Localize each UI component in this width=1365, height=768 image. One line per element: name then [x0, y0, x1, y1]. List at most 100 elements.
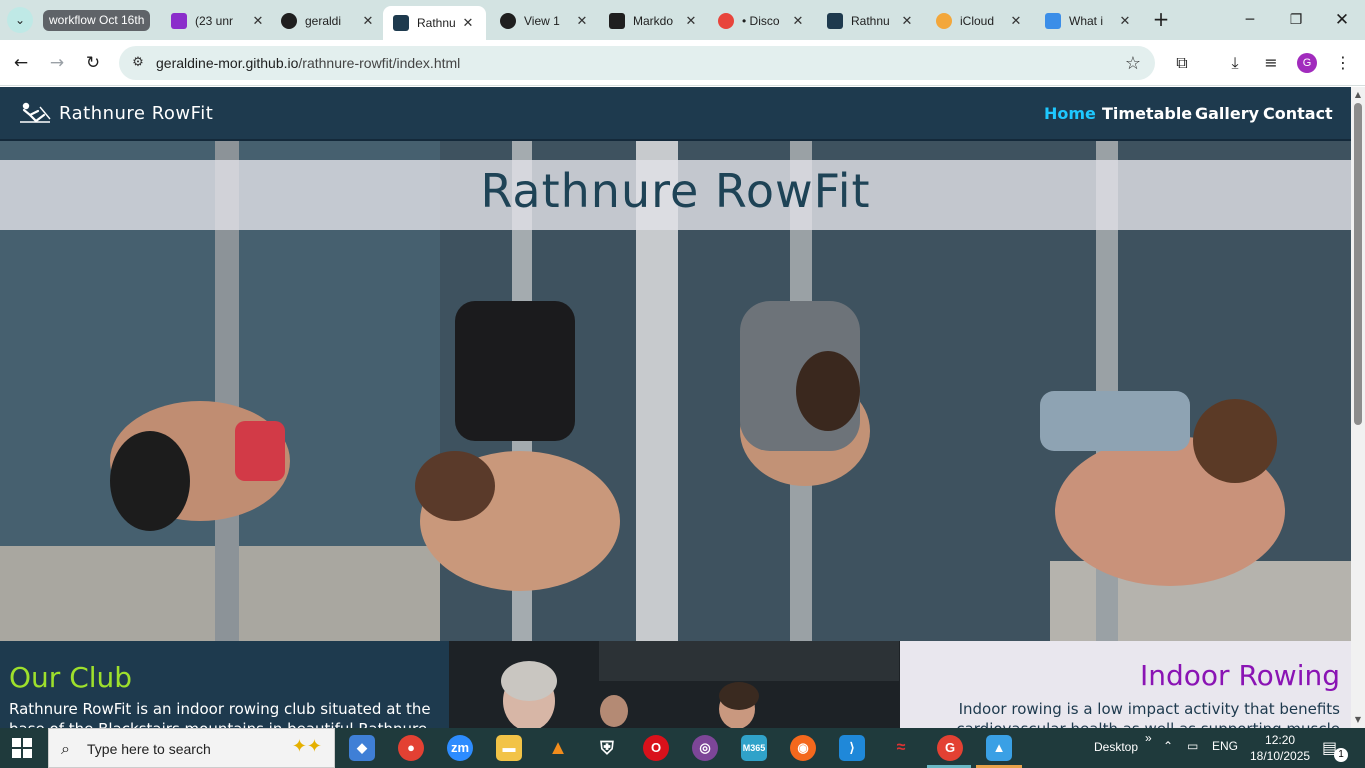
- file-explorer-icon[interactable]: ▬: [496, 735, 522, 761]
- m365-icon[interactable]: M365: [741, 735, 767, 761]
- browser-tab[interactable]: View 1 ✕: [500, 8, 590, 34]
- app-red-icon[interactable]: ≈: [888, 735, 914, 761]
- close-tab-icon[interactable]: ✕: [250, 13, 266, 29]
- tray-chevron-icon[interactable]: ⌃: [1163, 739, 1173, 753]
- language-indicator[interactable]: ENG: [1212, 739, 1238, 753]
- hero-title-band: Rathnure RowFit: [0, 160, 1351, 230]
- url-text[interactable]: geraldine-mor.github.io/rathnure-rowfit/…: [156, 55, 460, 71]
- reload-icon[interactable]: ↻: [82, 52, 104, 74]
- close-tab-icon[interactable]: ✕: [1008, 13, 1024, 29]
- our-club-section: Our Club Rathnure RowFit is an indoor ro…: [0, 641, 449, 728]
- search-icon: ⌕: [61, 739, 70, 758]
- club-photo-image: [449, 641, 900, 728]
- tab-group-chip[interactable]: workflow Oct 16th: [43, 10, 151, 31]
- copilot-icon: [1045, 13, 1061, 29]
- close-tab-icon[interactable]: ✕: [460, 15, 476, 31]
- github-icon: [281, 13, 297, 29]
- restore-icon[interactable]: ❐: [1284, 8, 1308, 32]
- close-tab-icon[interactable]: ✕: [683, 13, 699, 29]
- vscode-icon[interactable]: ⟩: [839, 735, 865, 761]
- browser-tab[interactable]: iCloud ✕: [936, 8, 1024, 34]
- nav-link-timetable[interactable]: Timetable: [1102, 104, 1192, 123]
- nav-link-contact[interactable]: Contact: [1263, 104, 1333, 123]
- rower-icon: [827, 13, 843, 29]
- tor-icon[interactable]: ◎: [692, 735, 718, 761]
- network-icon[interactable]: ▭: [1187, 739, 1198, 753]
- extensions-icon[interactable]: ⧉: [1171, 52, 1193, 74]
- chrome-icon[interactable]: ●: [398, 735, 424, 761]
- opera-icon[interactable]: O: [643, 735, 669, 761]
- bookmark-star-icon[interactable]: ☆: [1125, 53, 1141, 74]
- windows-start-icon[interactable]: [12, 738, 32, 758]
- rower-logo-icon[interactable]: [18, 101, 52, 125]
- close-tab-icon[interactable]: ✕: [574, 13, 590, 29]
- taskbar-clock[interactable]: 12:20 18/10/2025: [1250, 732, 1310, 764]
- new-tab-icon[interactable]: +: [1150, 8, 1172, 30]
- downloads-icon[interactable]: ⤓: [1224, 52, 1246, 74]
- nav-link-home[interactable]: Home: [1044, 104, 1096, 123]
- forward-arrow-icon[interactable]: →: [46, 52, 68, 74]
- browser-tab[interactable]: (23 unr ✕: [171, 8, 266, 34]
- close-tab-icon[interactable]: ✕: [899, 13, 915, 29]
- desktop-toolbar-label[interactable]: Desktop: [1094, 740, 1138, 754]
- search-highlight-icon: ✦✦: [291, 736, 322, 757]
- notification-badge: 1: [1334, 748, 1348, 762]
- rowing-text: Indoor rowing is a low impact activity t…: [956, 700, 1340, 728]
- browser-tab[interactable]: Rathnu ✕: [827, 8, 915, 34]
- chrome-profile-icon[interactable]: G: [937, 735, 963, 761]
- url-path: /rathnure-rowfit/index.html: [298, 55, 461, 71]
- browser-toolbar: ← → ↻ ⚙ geraldine-mor.github.io/rathnure…: [0, 40, 1365, 86]
- vlc-icon[interactable]: ▲: [545, 735, 571, 761]
- close-window-icon[interactable]: ✕: [1330, 8, 1354, 32]
- minimize-icon[interactable]: ─: [1238, 8, 1262, 32]
- scroll-down-icon[interactable]: ▼: [1353, 715, 1363, 724]
- close-tab-icon[interactable]: ✕: [360, 13, 376, 29]
- hero-title: Rathnure RowFit: [480, 164, 871, 218]
- url-host: geraldine-mor.github.io: [156, 55, 299, 71]
- back-arrow-icon[interactable]: ←: [10, 52, 32, 74]
- clock-time: 12:20: [1265, 733, 1296, 747]
- tab-search-chevron-icon[interactable]: ⌄: [7, 7, 33, 33]
- club-photo: [449, 641, 900, 728]
- taskbar-search[interactable]: ⌕ Type here to search ✦✦: [48, 728, 335, 768]
- club-text: Rathnure RowFit is an indoor rowing club…: [9, 700, 431, 728]
- rowing-heading: Indoor Rowing: [1140, 659, 1340, 692]
- page-viewport: Rathnure RowFit Home Timetable Gallery C…: [0, 87, 1351, 728]
- firefox-icon[interactable]: ◉: [790, 735, 816, 761]
- page-scrollbar[interactable]: ▲ ▼: [1351, 87, 1365, 728]
- scroll-thumb[interactable]: [1354, 103, 1362, 425]
- close-tab-icon[interactable]: ✕: [790, 13, 806, 29]
- hero-section: Rathnure RowFit: [0, 141, 1351, 641]
- toolbar-expand-icon[interactable]: »: [1145, 731, 1152, 745]
- github-icon: [500, 13, 516, 29]
- close-tab-icon[interactable]: ✕: [1117, 13, 1133, 29]
- scroll-up-icon[interactable]: ▲: [1353, 90, 1363, 99]
- indoor-rowing-section: Indoor Rowing Indoor rowing is a low imp…: [900, 641, 1351, 728]
- address-bar[interactable]: ⚙ geraldine-mor.github.io/rathnure-rowfi…: [119, 46, 1155, 80]
- media-controls-icon[interactable]: ≡: [1260, 52, 1282, 74]
- site-navbar: Rathnure RowFit Home Timetable Gallery C…: [0, 87, 1351, 141]
- browser-tab-active[interactable]: Rathnu ✕: [383, 6, 486, 40]
- taskbar-search-placeholder: Type here to search: [87, 741, 211, 757]
- discord-icon: [718, 13, 734, 29]
- zoom-icon[interactable]: zm: [447, 735, 473, 761]
- windows-taskbar: ⌕ Type here to search ✦✦ ◆ ● zm ▬ ▲ ⛨ O …: [0, 728, 1365, 768]
- kebab-menu-icon[interactable]: ⋮: [1332, 52, 1354, 74]
- photos-icon: [936, 13, 952, 29]
- nav-link-gallery[interactable]: Gallery: [1195, 104, 1259, 123]
- mail-icon: [171, 13, 187, 29]
- copilot-icon[interactable]: ◆: [349, 735, 375, 761]
- profile-avatar[interactable]: G: [1297, 53, 1317, 73]
- rower-icon: [393, 15, 409, 31]
- photos-app-icon[interactable]: ▲: [986, 735, 1012, 761]
- browser-tab[interactable]: What i ✕: [1045, 8, 1133, 34]
- browser-tab[interactable]: geraldi ✕: [281, 8, 376, 34]
- site-info-icon[interactable]: ⚙: [129, 54, 147, 72]
- clock-date: 18/10/2025: [1250, 749, 1311, 763]
- security-shield-icon[interactable]: ⛨: [594, 735, 620, 761]
- browser-tab[interactable]: Markdo ✕: [609, 8, 699, 34]
- browser-tab[interactable]: • Disco ✕: [718, 8, 806, 34]
- club-heading: Our Club: [9, 661, 133, 694]
- site-brand[interactable]: Rathnure RowFit: [59, 103, 213, 124]
- markdown-icon: [609, 13, 625, 29]
